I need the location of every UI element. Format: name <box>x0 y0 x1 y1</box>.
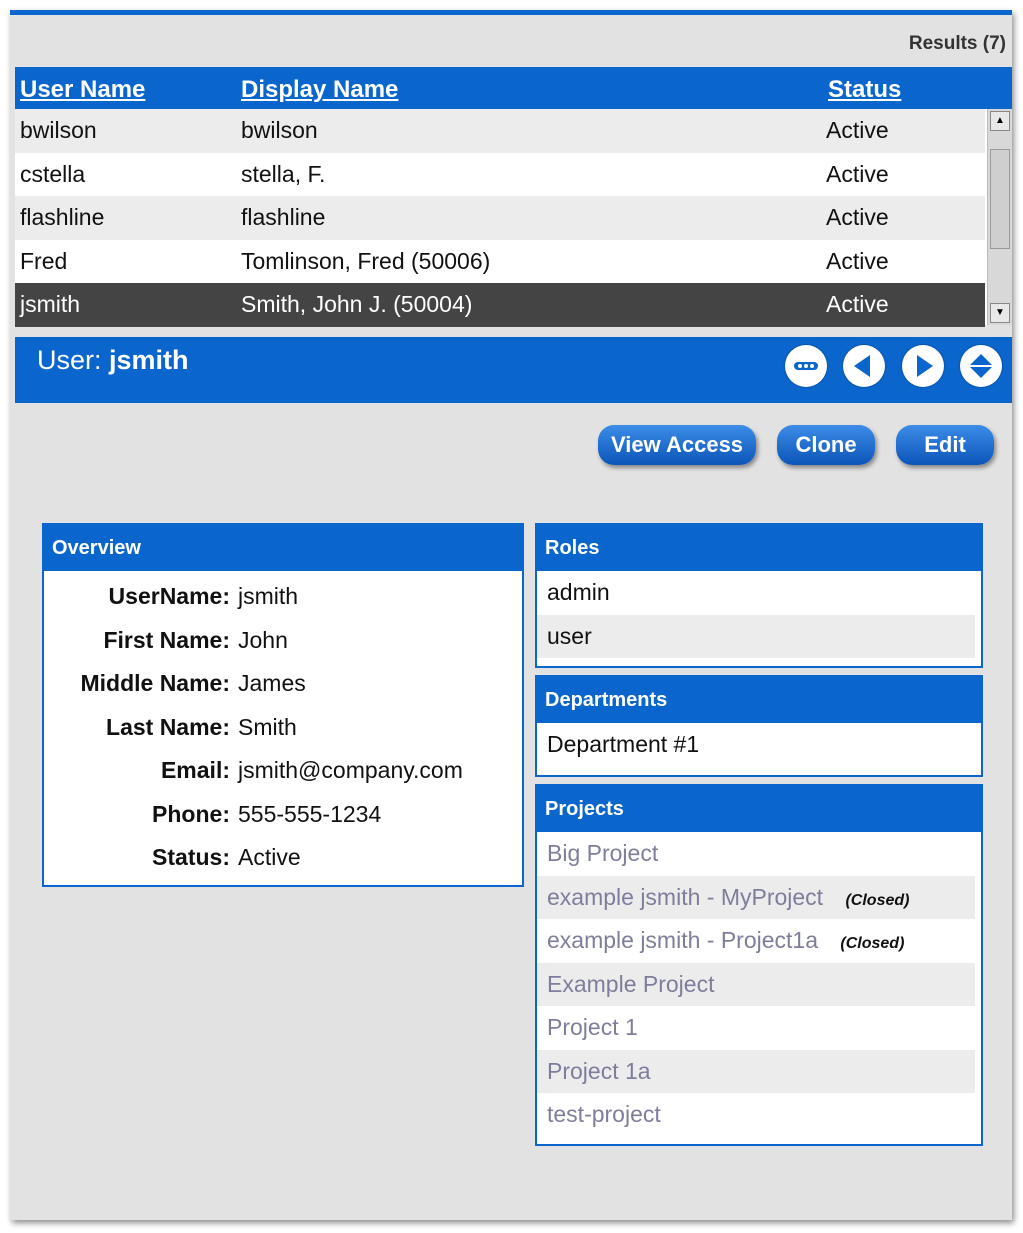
projects-panel: Projects Big Project example jsmith - My… <box>535 784 983 1146</box>
field-label: Last Name: <box>106 713 230 740</box>
project-link[interactable]: Big Project <box>547 840 658 866</box>
next-icon[interactable] <box>901 345 944 387</box>
project-link[interactable]: example jsmith - MyProject <box>547 884 823 910</box>
column-header-displayname[interactable]: Display Name <box>241 76 398 104</box>
project-link[interactable]: example jsmith - Project1a <box>547 927 818 953</box>
cell-displayname: Tomlinson, Fred (50006) <box>241 247 491 274</box>
cell-username: jsmith <box>20 291 81 317</box>
overview-row-status: Status: Active <box>44 832 522 876</box>
field-value: 555-555-1234 <box>238 800 382 827</box>
project-item: Example Project <box>537 962 975 1006</box>
view-access-button[interactable]: View Access <box>598 425 756 465</box>
table-row[interactable]: bwilson bwilson Active <box>15 109 985 153</box>
cell-status: Active <box>826 160 889 187</box>
role-item: admin <box>547 579 610 605</box>
user-title-name: jsmith <box>109 345 189 375</box>
table-header: User Name Display Name Status <box>15 67 1012 109</box>
edit-button[interactable]: Edit <box>896 425 994 465</box>
overview-panel: Overview UserName: jsmith First Name: Jo… <box>42 523 524 887</box>
table-row-selected[interactable]: jsmith Smith, John J. (50004) Active <box>15 283 985 327</box>
cell-displayname: flashline <box>241 204 326 230</box>
overview-row-last-name: Last Name: Smith <box>44 702 522 746</box>
field-value: Smith <box>238 713 297 740</box>
previous-icon[interactable] <box>843 345 886 387</box>
column-header-username[interactable]: User Name <box>20 76 145 104</box>
cell-status: Active <box>826 204 889 230</box>
overview-row-username: UserName: jsmith <box>44 571 522 615</box>
project-link[interactable]: Project 1 <box>547 1014 638 1040</box>
field-value: Active <box>238 844 301 870</box>
scroll-thumb[interactable] <box>990 149 1010 249</box>
departments-panel: Departments Department #1 <box>535 675 983 777</box>
project-item: example jsmith - Project1a (Closed) <box>537 919 981 963</box>
project-link[interactable]: Project 1a <box>547 1058 651 1084</box>
table-row[interactable]: flashline flashline Active <box>15 196 985 240</box>
table-body: bwilson bwilson Active cstella stella, F… <box>15 109 985 327</box>
column-header-status[interactable]: Status <box>828 76 901 104</box>
expand-icon[interactable] <box>960 345 1002 387</box>
cell-displayname: Smith, John J. (50004) <box>241 291 473 317</box>
scroll-down-icon[interactable]: ▼ <box>990 303 1010 323</box>
project-link[interactable]: Example Project <box>547 971 714 997</box>
cell-status: Active <box>826 247 889 274</box>
closed-badge: (Closed) <box>840 935 905 952</box>
field-value: jsmith@company.com <box>238 757 463 783</box>
roles-title: Roles <box>537 525 981 571</box>
closed-badge: (Closed) <box>845 891 910 909</box>
collapse-icon[interactable] <box>784 345 827 387</box>
scroll-up-icon[interactable]: ▲ <box>990 111 1010 131</box>
record-navigation <box>773 345 1002 392</box>
department-item: Department #1 <box>547 731 700 757</box>
project-link[interactable]: test-project <box>547 1101 661 1127</box>
field-value: John <box>238 626 288 653</box>
cell-username: bwilson <box>20 117 97 143</box>
cell-displayname: stella, F. <box>241 160 326 187</box>
project-item: test-project <box>537 1093 981 1137</box>
user-title: User: jsmith <box>37 345 189 376</box>
departments-title: Departments <box>537 677 981 723</box>
overview-row-email: Email: jsmith@company.com <box>44 745 522 789</box>
cell-username: flashline <box>20 204 105 230</box>
overview-row-first-name: First Name: John <box>44 615 522 659</box>
field-label: Phone: <box>152 800 230 827</box>
overview-title: Overview <box>44 525 522 571</box>
field-label: Email: <box>160 757 230 783</box>
roles-panel: Roles admin user <box>535 523 983 668</box>
project-item: Project 1 <box>537 1006 981 1050</box>
field-value: James <box>238 670 306 696</box>
table-row[interactable]: Fred Tomlinson, Fred (50006) Active <box>15 240 985 284</box>
table-row[interactable]: cstella stella, F. Active <box>15 153 985 197</box>
field-label: Status: <box>152 844 230 870</box>
cell-status: Active <box>826 117 889 143</box>
role-item: user <box>537 614 975 658</box>
user-title-prefix: User: <box>37 345 102 375</box>
results-bar: Results (7) <box>10 15 1012 67</box>
clone-button[interactable]: Clone <box>777 425 875 465</box>
project-item: Project 1a <box>537 1049 975 1093</box>
project-item: Big Project <box>537 832 981 876</box>
projects-title: Projects <box>537 786 981 832</box>
overview-row-phone: Phone: 555-555-1234 <box>44 789 522 833</box>
user-browser-window: Results (7) User Name Display Name Statu… <box>10 10 1012 1220</box>
cell-username: cstella <box>20 160 86 187</box>
cell-displayname: bwilson <box>241 117 318 143</box>
field-label: Middle Name: <box>80 670 230 696</box>
project-item: example jsmith - MyProject (Closed) <box>537 875 975 919</box>
cell-username: Fred <box>20 247 68 274</box>
cell-status: Active <box>826 291 889 317</box>
user-detail-header: User: jsmith <box>15 337 1012 403</box>
user-table: User Name Display Name Status bwilson bw… <box>15 67 1012 327</box>
overview-row-middle-name: Middle Name: James <box>44 658 522 702</box>
field-label: UserName: <box>108 583 230 609</box>
table-scrollbar[interactable]: ▲ ▼ <box>987 109 1012 325</box>
field-value: jsmith <box>238 583 299 609</box>
field-label: First Name: <box>103 626 230 653</box>
results-count: Results (7) <box>908 33 1006 54</box>
